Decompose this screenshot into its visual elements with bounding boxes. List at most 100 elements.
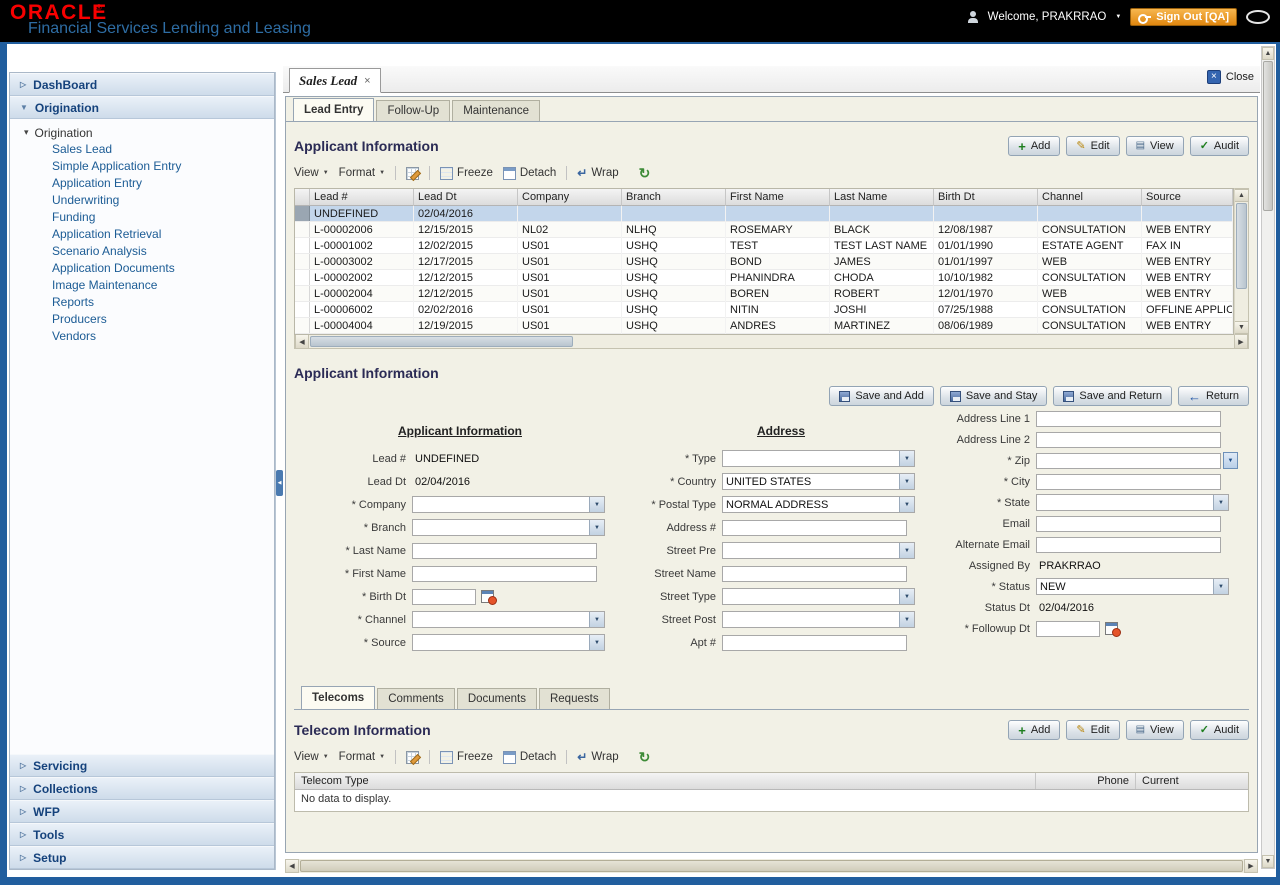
row-selector[interactable] bbox=[295, 222, 310, 237]
export-icon[interactable] bbox=[406, 167, 419, 180]
subtab-follow-up[interactable]: Follow-Up bbox=[376, 100, 450, 121]
view-menu[interactable]: View▼ bbox=[294, 167, 329, 179]
export-icon[interactable] bbox=[406, 751, 419, 764]
tree-item-application-entry[interactable]: Application Entry bbox=[10, 175, 274, 192]
field-status[interactable]: NEW▼ bbox=[1036, 578, 1229, 595]
refresh-icon[interactable]: ↻ bbox=[639, 165, 651, 182]
tree-item-underwriting[interactable]: Underwriting bbox=[10, 192, 274, 209]
page-vertical-scrollbar[interactable]: ▲ ▼ bbox=[1261, 46, 1275, 869]
field-address-line-1[interactable] bbox=[1036, 411, 1221, 427]
lov-dropdown-icon[interactable]: ▼ bbox=[1223, 452, 1238, 469]
add-button[interactable]: +Add bbox=[1008, 136, 1060, 156]
scrollbar-thumb[interactable] bbox=[1236, 203, 1247, 289]
freeze-button[interactable]: Freeze bbox=[440, 167, 493, 180]
dropdown-arrow-icon[interactable]: ▼ bbox=[899, 497, 914, 512]
field-apt-number[interactable] bbox=[722, 635, 907, 651]
tree-node-origination[interactable]: ▾ Origination bbox=[10, 124, 274, 141]
subtab-maintenance[interactable]: Maintenance bbox=[452, 100, 540, 121]
telecom-column-phone[interactable]: Phone bbox=[1036, 773, 1136, 789]
detail-tab-telecoms[interactable]: Telecoms bbox=[301, 686, 375, 709]
wrap-button[interactable]: ↵Wrap bbox=[577, 166, 618, 180]
scroll-down-icon[interactable]: ▼ bbox=[1235, 321, 1248, 334]
field-first-name[interactable] bbox=[412, 566, 597, 582]
grid-row[interactable]: L-0000200412/12/2015US01USHQBORENROBERT1… bbox=[295, 286, 1233, 302]
scrollbar-track[interactable] bbox=[1262, 212, 1274, 855]
scroll-up-icon[interactable]: ▲ bbox=[1235, 189, 1248, 202]
scroll-right-icon[interactable]: ▶ bbox=[1234, 335, 1248, 348]
dropdown-arrow-icon[interactable]: ▼ bbox=[899, 612, 914, 627]
telecom-freeze-button[interactable]: Freeze bbox=[440, 751, 493, 764]
view-button[interactable]: ▤View bbox=[1126, 136, 1184, 156]
scroll-down-icon[interactable]: ▼ bbox=[1262, 855, 1274, 868]
scroll-right-icon[interactable]: ▶ bbox=[1244, 859, 1258, 873]
sidebar-section-tools[interactable]: ▷ Tools bbox=[10, 823, 274, 846]
calendar-icon[interactable] bbox=[481, 590, 494, 603]
return-button[interactable]: ←Return bbox=[1178, 386, 1249, 406]
field-channel[interactable]: ▼ bbox=[412, 611, 605, 628]
field-source[interactable]: ▼ bbox=[412, 634, 605, 651]
scroll-left-icon[interactable]: ◀ bbox=[295, 335, 309, 348]
scrollbar-track[interactable] bbox=[1235, 290, 1248, 321]
row-selector[interactable] bbox=[295, 206, 310, 221]
scrollbar-thumb[interactable] bbox=[1263, 61, 1273, 211]
field-country[interactable]: UNITED STATES▼ bbox=[722, 473, 915, 490]
audit-button[interactable]: ✓Audit bbox=[1190, 136, 1249, 156]
tree-item-reports[interactable]: Reports bbox=[10, 294, 274, 311]
grid-row[interactable]: UNDEFINED02/04/2016 bbox=[295, 206, 1233, 222]
sidebar-section-collections[interactable]: ▷ Collections bbox=[10, 777, 274, 800]
save-and-stay-button[interactable]: Save and Stay bbox=[940, 386, 1048, 406]
telecom-detach-button[interactable]: Detach bbox=[503, 751, 556, 764]
telecom-column-current[interactable]: Current bbox=[1136, 773, 1248, 789]
tree-item-sales-lead[interactable]: Sales Lead bbox=[10, 141, 274, 158]
dropdown-arrow-icon[interactable]: ▼ bbox=[899, 589, 914, 604]
field-followup-date[interactable] bbox=[1036, 621, 1100, 637]
dropdown-arrow-icon[interactable]: ▼ bbox=[1213, 495, 1228, 510]
tree-item-funding[interactable]: Funding bbox=[10, 209, 274, 226]
grid-column-header-branch[interactable]: Branch bbox=[622, 189, 726, 206]
telecom-column-type[interactable]: Telecom Type bbox=[295, 773, 1036, 789]
dropdown-arrow-icon[interactable]: ▼ bbox=[899, 543, 914, 558]
subtab-lead-entry[interactable]: Lead Entry bbox=[293, 98, 374, 121]
tree-item-application-documents[interactable]: Application Documents bbox=[10, 260, 274, 277]
telecom-view-menu[interactable]: View▼ bbox=[294, 751, 329, 763]
field-address-line-2[interactable] bbox=[1036, 432, 1221, 448]
sidebar-section-setup[interactable]: ▷ Setup bbox=[10, 846, 274, 869]
sidebar-section-wfp[interactable]: ▷ WFP bbox=[10, 800, 274, 823]
sidebar-splitter[interactable]: ◀ bbox=[275, 72, 283, 870]
field-company[interactable]: ▼ bbox=[412, 496, 605, 513]
tree-item-application-retrieval[interactable]: Application Retrieval bbox=[10, 226, 274, 243]
grid-column-header-last-name[interactable]: Last Name bbox=[830, 189, 934, 206]
scrollbar-track[interactable] bbox=[574, 335, 1234, 348]
collapse-sidebar-icon[interactable]: ◀ bbox=[276, 470, 283, 496]
grid-column-header-first-name[interactable]: First Name bbox=[726, 189, 830, 206]
detail-tab-documents[interactable]: Documents bbox=[457, 688, 537, 709]
scroll-up-icon[interactable]: ▲ bbox=[1262, 47, 1274, 60]
field-city[interactable] bbox=[1036, 474, 1221, 490]
scrollbar-thumb[interactable] bbox=[300, 860, 1243, 872]
tab-sales-lead[interactable]: Sales Lead × bbox=[289, 68, 381, 93]
tree-item-producers[interactable]: Producers bbox=[10, 311, 274, 328]
telecom-view-button[interactable]: ▤View bbox=[1126, 720, 1184, 740]
scroll-left-icon[interactable]: ◀ bbox=[285, 859, 299, 873]
dropdown-arrow-icon[interactable]: ▼ bbox=[1213, 579, 1228, 594]
field-address-number[interactable] bbox=[722, 520, 907, 536]
row-selector[interactable] bbox=[295, 254, 310, 269]
grid-horizontal-scrollbar[interactable]: ◀ ▶ bbox=[294, 335, 1249, 349]
scrollbar-thumb[interactable] bbox=[310, 336, 573, 347]
row-selector[interactable] bbox=[295, 270, 310, 285]
dropdown-arrow-icon[interactable]: ▼ bbox=[589, 612, 604, 627]
row-selector[interactable] bbox=[295, 238, 310, 253]
edit-button[interactable]: ✎Edit bbox=[1066, 136, 1119, 156]
grid-column-header-lead-dt[interactable]: Lead Dt bbox=[414, 189, 518, 206]
tree-item-scenario-analysis[interactable]: Scenario Analysis bbox=[10, 243, 274, 260]
field-zip[interactable] bbox=[1036, 453, 1221, 469]
telecom-wrap-button[interactable]: ↵Wrap bbox=[577, 750, 618, 764]
field-street-type[interactable]: ▼ bbox=[722, 588, 915, 605]
telecom-add-button[interactable]: +Add bbox=[1008, 720, 1060, 740]
sidebar-section-servicing[interactable]: ▷ Servicing bbox=[10, 754, 274, 777]
format-menu[interactable]: Format▼ bbox=[339, 167, 385, 179]
welcome-text[interactable]: Welcome, PRAKRRAO bbox=[988, 11, 1107, 23]
calendar-icon[interactable] bbox=[1105, 622, 1118, 635]
field-last-name[interactable] bbox=[412, 543, 597, 559]
field-street-name[interactable] bbox=[722, 566, 907, 582]
